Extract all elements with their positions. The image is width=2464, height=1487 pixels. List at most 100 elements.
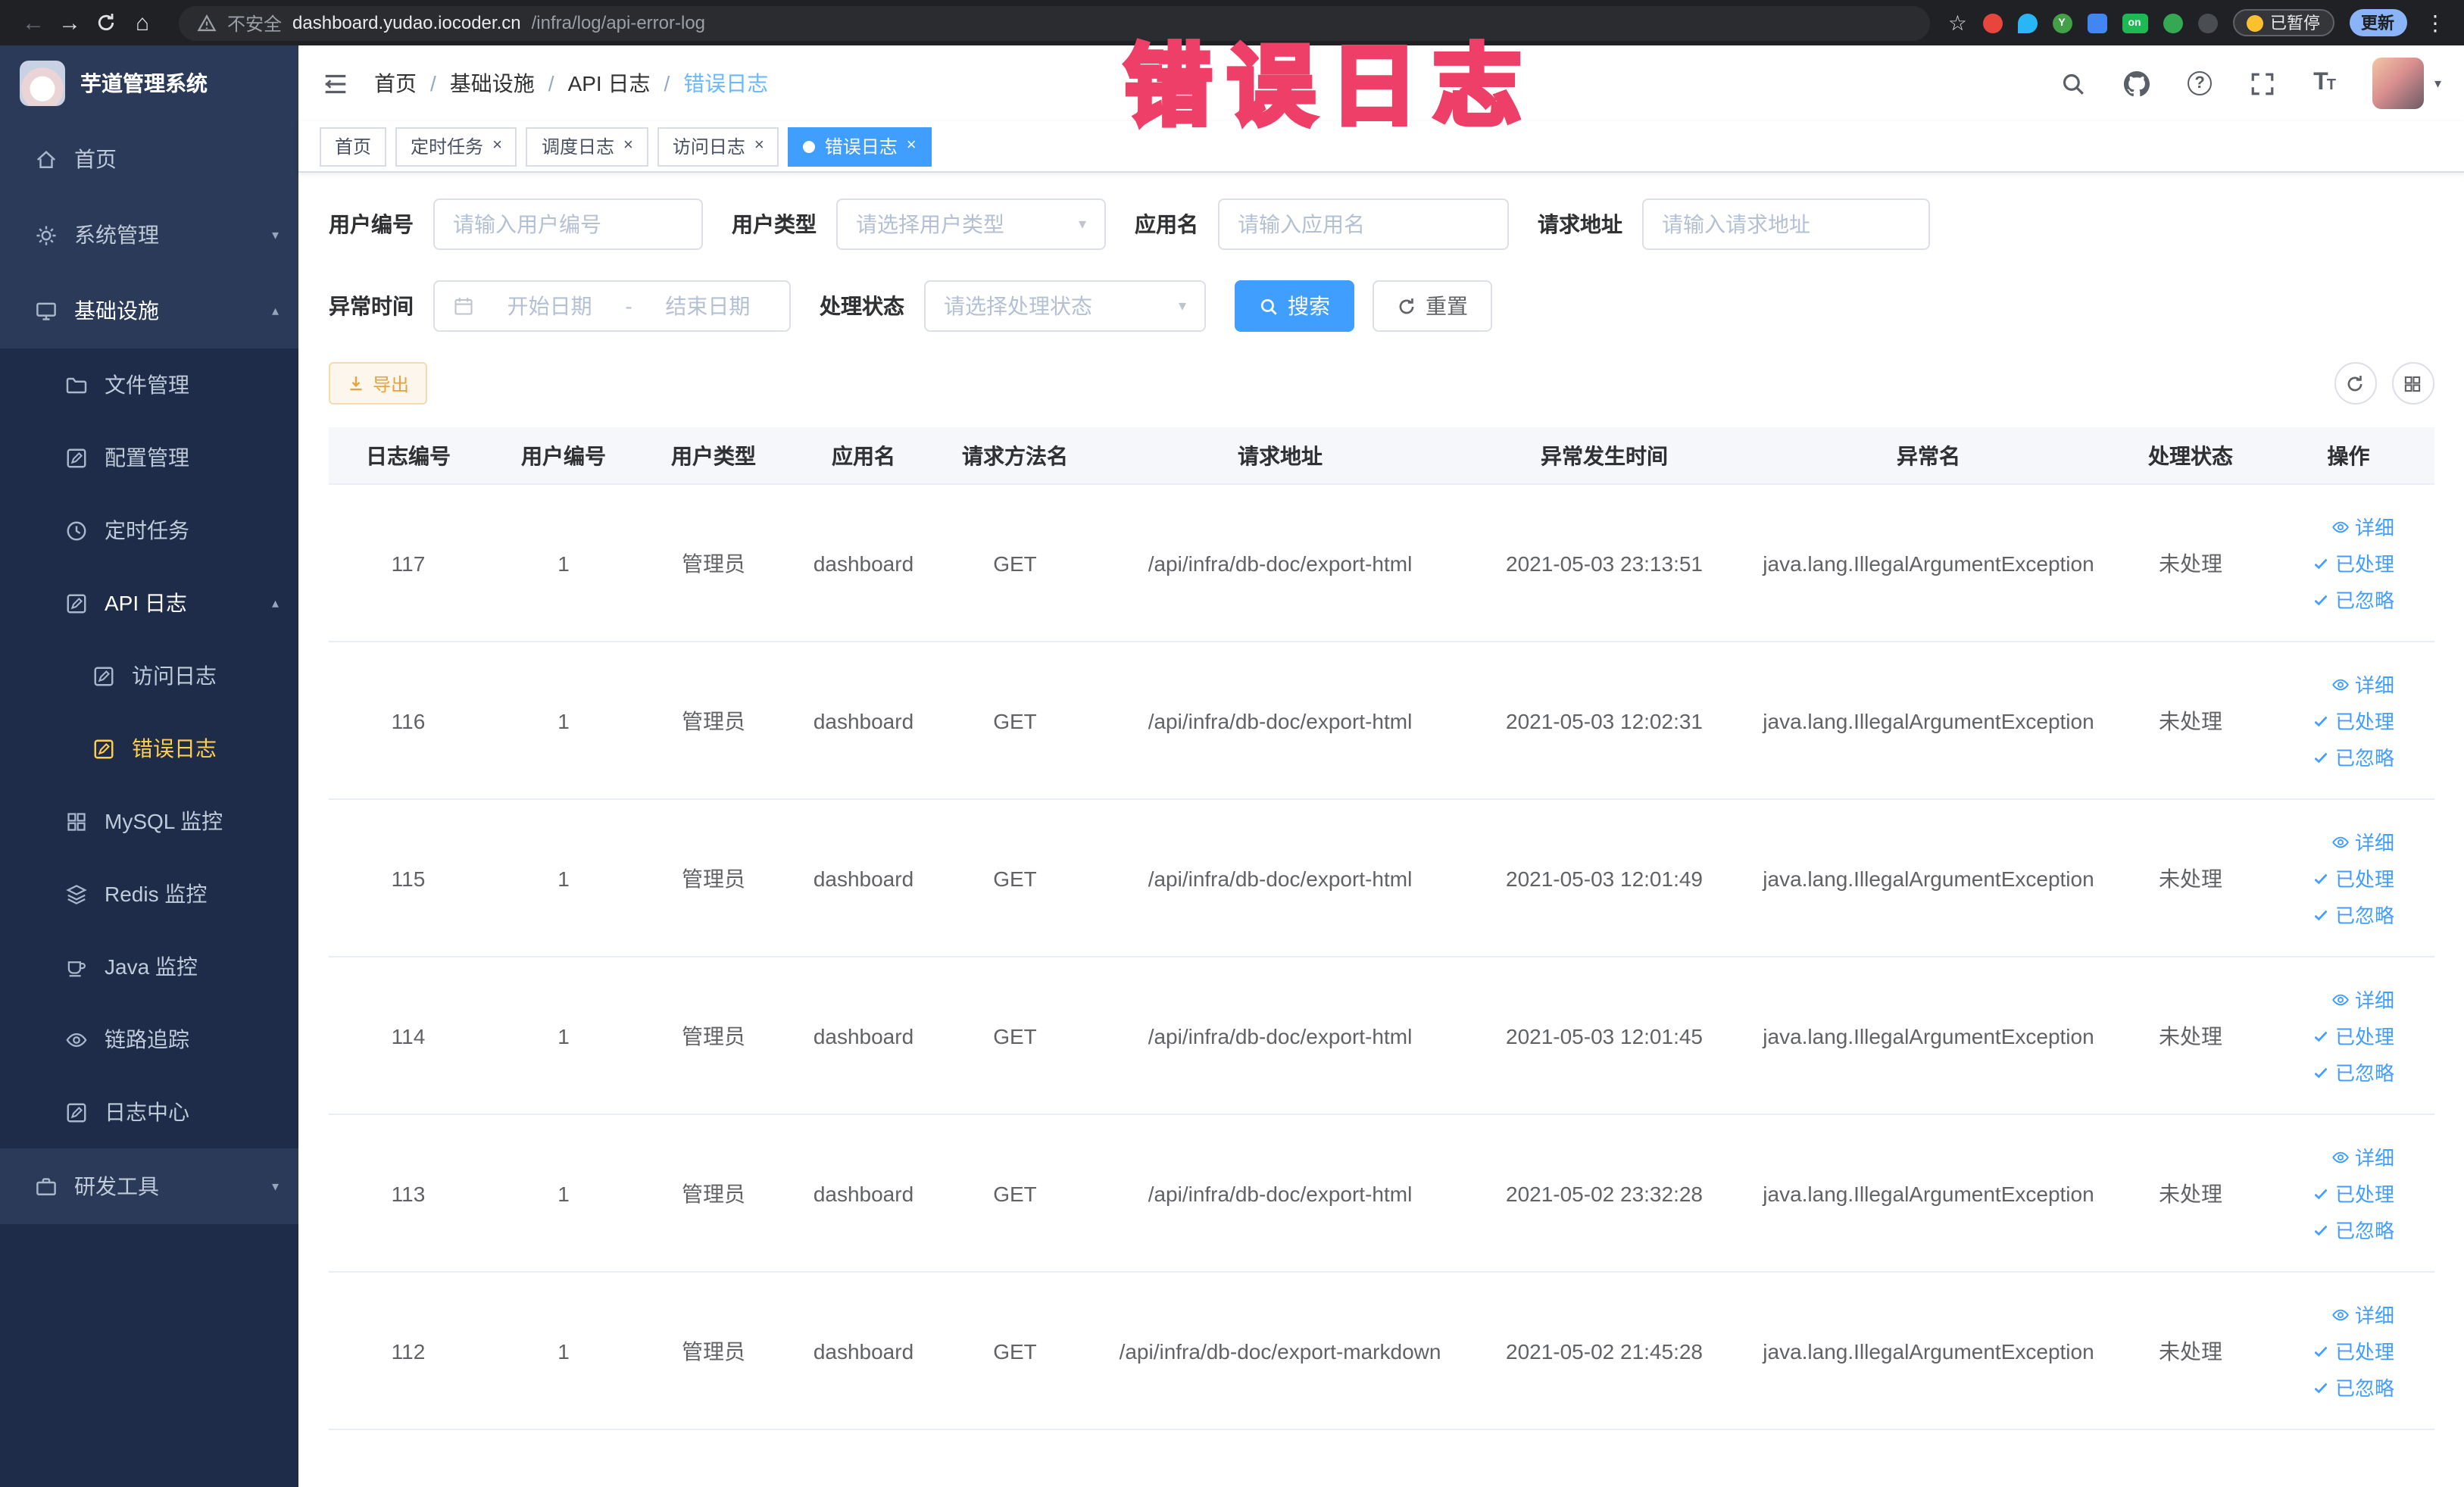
search-icon[interactable]	[2060, 70, 2086, 96]
mark-processed-link[interactable]: 已处理	[2313, 1336, 2394, 1365]
fullscreen-icon[interactable]	[2250, 70, 2275, 96]
mark-ignored-link[interactable]: 已忽略	[2313, 1373, 2394, 1401]
active-dot	[803, 140, 816, 152]
sidebar-item-system-management[interactable]: 系统管理 ▾	[0, 197, 298, 273]
help-icon[interactable]: ?	[2188, 71, 2213, 95]
mark-processed-link[interactable]: 已处理	[2313, 548, 2394, 577]
extension-icon-green[interactable]: Y	[2052, 13, 2072, 33]
breadcrumb-current: 错误日志	[683, 71, 769, 95]
reset-button[interactable]: 重置	[1373, 280, 1492, 332]
bookmark-star-icon[interactable]: ☆	[1948, 10, 1967, 36]
mark-ignored-link[interactable]: 已忽略	[2313, 1215, 2394, 1244]
search-button[interactable]: 搜索	[1235, 280, 1354, 332]
calendar-icon	[453, 295, 474, 317]
sidebar-item-log-center[interactable]: 日志中心	[0, 1076, 298, 1148]
detail-link[interactable]: 详细	[2332, 670, 2394, 698]
detail-link[interactable]: 详细	[2332, 827, 2394, 856]
browser-menu-icon[interactable]: ⋮	[2422, 10, 2449, 36]
mark-ignored-link[interactable]: 已忽略	[2313, 900, 2394, 929]
close-icon[interactable]: ×	[623, 137, 633, 155]
paused-badge[interactable]: 已暂停	[2232, 9, 2334, 36]
sidebar-item-java-monitor[interactable]: Java 监控	[0, 930, 298, 1003]
detail-link[interactable]: 详细	[2332, 1300, 2394, 1329]
sidebar-item-scheduled-tasks[interactable]: 定时任务	[0, 494, 298, 567]
detail-link[interactable]: 详细	[2332, 512, 2394, 541]
cell-request-url: /api/infra/db-doc/export-html	[1148, 866, 1413, 890]
sidebar-item-file-management[interactable]: 文件管理	[0, 348, 298, 421]
sidebar-item-mysql-monitor[interactable]: MySQL 监控	[0, 785, 298, 858]
mark-processed-link[interactable]: 已处理	[2313, 864, 2394, 892]
extension-icon-grid[interactable]	[2087, 13, 2106, 33]
app-logo[interactable]: 芋道管理系统	[0, 45, 298, 121]
cell-exception-time: 2021-05-03 23:13:51	[1506, 551, 1703, 575]
font-size-icon[interactable]: TT	[2313, 70, 2336, 97]
close-icon[interactable]: ×	[754, 137, 764, 155]
close-icon[interactable]: ×	[907, 137, 917, 155]
briefcase-icon	[33, 1174, 58, 1198]
tab-error-logs[interactable]: 错误日志 ×	[788, 127, 932, 166]
extension-icon-paw[interactable]	[2197, 13, 2217, 33]
address-bar[interactable]: 不安全 dashboard.yudao.iocoder.cn/infra/log…	[179, 5, 1930, 40]
refresh-button[interactable]	[2334, 362, 2376, 405]
back-button[interactable]: ←	[15, 5, 52, 41]
app-name-input[interactable]	[1218, 198, 1509, 250]
home-button[interactable]: ⌂	[124, 5, 161, 41]
sidebar-item-config-management[interactable]: 配置管理	[0, 421, 298, 494]
sidebar-item-dev-tools[interactable]: 研发工具 ▾	[0, 1148, 298, 1224]
process-status-select[interactable]: 请选择处理状态 ▾	[924, 280, 1206, 332]
tab-home[interactable]: 首页	[320, 127, 387, 166]
update-button[interactable]: 更新	[2349, 9, 2406, 36]
mark-ignored-link[interactable]: 已忽略	[2313, 742, 2394, 771]
breadcrumb-api-logs[interactable]: API 日志	[568, 68, 651, 98]
breadcrumb-home[interactable]: 首页	[374, 68, 417, 98]
hamburger-icon[interactable]	[321, 69, 350, 98]
cell-actions: 详细 已处理 已忽略	[2263, 985, 2434, 1086]
sidebar: 芋道管理系统 首页 系统管理 ▾ 基础设施 ▴ 文件管理 配置管理 定时任务 A…	[0, 45, 298, 1487]
close-icon[interactable]: ×	[492, 137, 502, 155]
tab-access-logs[interactable]: 访问日志 ×	[657, 127, 779, 166]
extension-icon-on[interactable]: on	[2122, 13, 2147, 33]
logo-image	[20, 61, 65, 106]
sidebar-item-infrastructure[interactable]: 基础设施 ▴	[0, 273, 298, 348]
export-button[interactable]: 导出	[329, 362, 428, 405]
tab-schedule-logs[interactable]: 调度日志 ×	[526, 127, 648, 166]
user-id-input[interactable]	[433, 198, 703, 250]
caret-down-icon: ▾	[2434, 75, 2441, 90]
extension-icon-leaf[interactable]	[2163, 13, 2182, 33]
request-url-input[interactable]	[1642, 198, 1930, 250]
user-menu[interactable]: ▾	[2372, 58, 2441, 109]
mark-processed-link[interactable]: 已处理	[2313, 1021, 2394, 1050]
detail-link[interactable]: 详细	[2332, 1142, 2394, 1171]
sidebar-item-error-logs[interactable]: 错误日志	[0, 712, 298, 785]
table-row: 115 1 管理员 dashboard GET /api/infra/db-do…	[329, 800, 2434, 957]
cell-log-id: 112	[391, 1339, 426, 1363]
request-url-label: 请求地址	[1538, 212, 1622, 236]
mark-ignored-link[interactable]: 已忽略	[2313, 1057, 2394, 1086]
sidebar-item-access-logs[interactable]: 访问日志	[0, 639, 298, 712]
chevron-up-icon: ▴	[271, 302, 279, 317]
mark-ignored-link[interactable]: 已忽略	[2313, 585, 2394, 614]
column-header: 请求地址	[1238, 443, 1323, 467]
table-header: 日志编号 用户编号 用户类型 应用名 请求方法名 请求地址 异常发生时间 异常名…	[329, 427, 2434, 485]
user-type-select[interactable]: 请选择用户类型 ▾	[836, 198, 1106, 250]
tab-scheduled-tasks[interactable]: 定时任务 ×	[395, 127, 517, 166]
mark-processed-link[interactable]: 已处理	[2313, 1179, 2394, 1207]
forward-button[interactable]: →	[52, 5, 88, 41]
coffee-icon	[64, 954, 88, 979]
table-row: 117 1 管理员 dashboard GET /api/infra/db-do…	[329, 485, 2434, 642]
cell-user-type: 管理员	[682, 1181, 745, 1205]
date-range-picker[interactable]: 开始日期 - 结束日期	[433, 280, 791, 332]
extension-icon-red[interactable]	[1982, 13, 2002, 33]
sidebar-item-redis-monitor[interactable]: Redis 监控	[0, 858, 298, 930]
sidebar-item-api-logs[interactable]: API 日志 ▴	[0, 567, 298, 639]
sidebar-item-home[interactable]: 首页	[0, 121, 298, 197]
sidebar-item-link-tracing[interactable]: 链路追踪	[0, 1003, 298, 1076]
cell-exception-time: 2021-05-02 21:45:28	[1506, 1339, 1703, 1363]
github-icon[interactable]	[2124, 70, 2150, 96]
breadcrumb-infrastructure[interactable]: 基础设施	[450, 68, 535, 98]
extension-icon-drop[interactable]	[2017, 13, 2037, 33]
reload-button[interactable]	[88, 5, 124, 41]
detail-link[interactable]: 详细	[2332, 985, 2394, 1014]
mark-processed-link[interactable]: 已处理	[2313, 706, 2394, 735]
column-settings-button[interactable]	[2391, 362, 2434, 405]
